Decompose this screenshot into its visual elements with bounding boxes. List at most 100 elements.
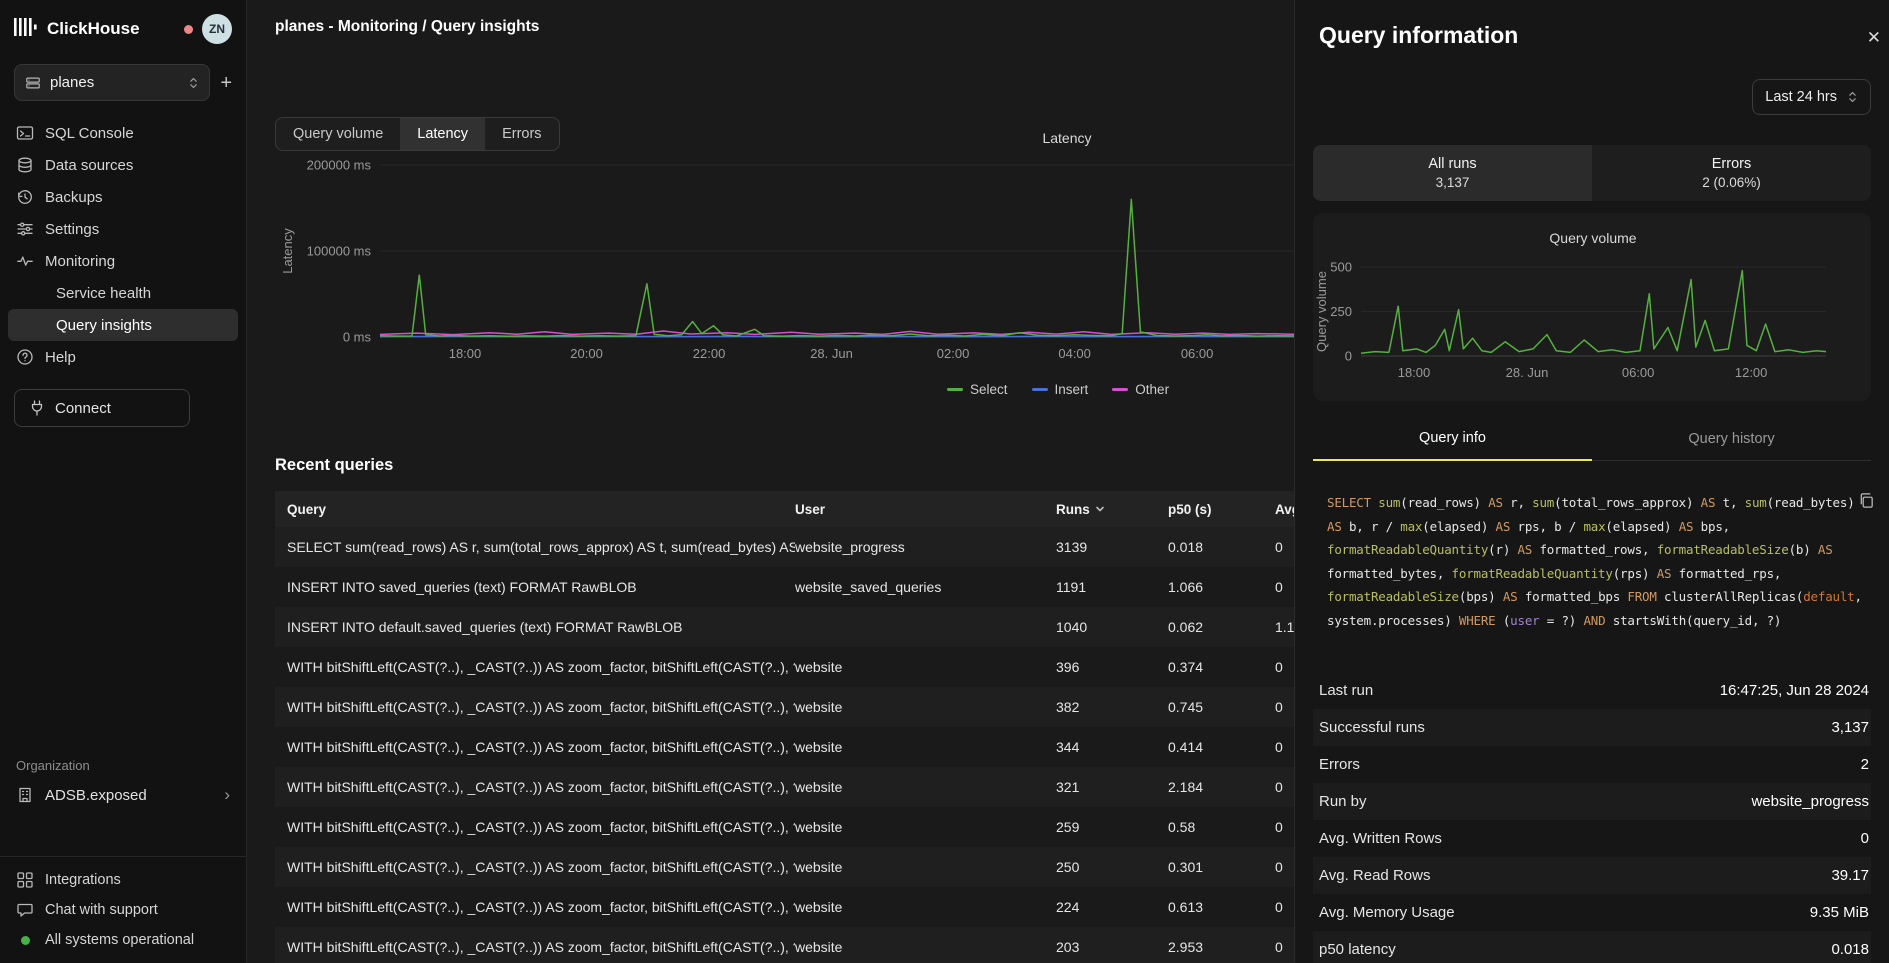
sidebar-item-data-sources[interactable]: Data sources <box>0 149 246 181</box>
column-header-runs[interactable]: Runs <box>1056 502 1168 517</box>
cell-runs: 259 <box>1056 819 1168 835</box>
tab-latency[interactable]: Latency <box>400 118 485 150</box>
svg-text:06:00: 06:00 <box>1622 365 1655 380</box>
time-range-select[interactable]: Last 24 hrs <box>1752 79 1871 115</box>
sidebar-item-all-systems-operational[interactable]: All systems operational <box>0 925 246 955</box>
legend-label: Other <box>1135 382 1169 397</box>
table-row[interactable]: WITH bitShiftLeft(CAST(?..), _CAST(?..))… <box>275 847 1294 887</box>
cell-avg: 0 <box>1275 939 1294 955</box>
cell-user: website <box>795 859 1056 875</box>
stat-tab-all-runs[interactable]: All runs 3,137 <box>1313 145 1592 201</box>
legend-item-other[interactable]: Other <box>1112 382 1169 397</box>
cell-query: WITH bitShiftLeft(CAST(?..), _CAST(?..))… <box>287 659 795 675</box>
table-row[interactable]: WITH bitShiftLeft(CAST(?..), _CAST(?..))… <box>275 807 1294 847</box>
detail-row-avg-memory-usage: Avg. Memory Usage9.35 MiB <box>1313 894 1871 931</box>
table-row[interactable]: INSERT INTO default.saved_queries (text)… <box>275 607 1294 647</box>
connect-button[interactable]: Connect <box>14 389 190 427</box>
table-row[interactable]: SELECT sum(read_rows) AS r, sum(total_ro… <box>275 527 1294 567</box>
svg-text:28. Jun: 28. Jun <box>1506 365 1549 380</box>
column-header-avg[interactable]: Avg. <box>1275 502 1294 517</box>
detail-value: 9.35 MiB <box>1810 904 1869 921</box>
stat-tab-errors[interactable]: Errors 2 (0.06%) <box>1592 145 1871 201</box>
svg-text:0: 0 <box>1345 349 1352 364</box>
detail-row-last-run: Last run16:47:25, Jun 28 2024 <box>1313 672 1871 709</box>
tab-query-info[interactable]: Query info <box>1313 417 1592 461</box>
main-content: planes - Monitoring / Query insights 0 m… <box>247 0 1294 963</box>
organization-switcher[interactable]: ADSB.exposed › <box>16 785 230 805</box>
svg-text:04:00: 04:00 <box>1058 346 1091 361</box>
sidebar-item-chat-with-support[interactable]: Chat with support <box>0 895 246 925</box>
sql-line: AS b, r / max(elapsed) AS rps, b / max(e… <box>1327 515 1855 539</box>
logo-row: ClickHouse ZN <box>0 0 246 44</box>
sidebar-item-help[interactable]: Help <box>0 341 246 373</box>
legend-item-select[interactable]: Select <box>947 382 1008 397</box>
help-icon <box>16 348 34 366</box>
sidebar-item-label: All systems operational <box>45 932 194 948</box>
recent-queries-title: Recent queries <box>275 456 1294 475</box>
sidebar-item-settings[interactable]: Settings <box>0 213 246 245</box>
panel-title: Query information <box>1313 0 1871 49</box>
svg-text:28. Jun: 28. Jun <box>810 346 853 361</box>
svg-text:100000 ms: 100000 ms <box>307 244 372 259</box>
copy-icon[interactable] <box>1858 492 1875 512</box>
monitor-icon <box>16 252 34 270</box>
sidebar-item-label: Query insights <box>56 317 152 334</box>
sidebar-item-label: Settings <box>45 221 99 238</box>
table-row[interactable]: WITH bitShiftLeft(CAST(?..), _CAST(?..))… <box>275 887 1294 927</box>
detail-label: Run by <box>1319 793 1367 810</box>
legend-item-insert[interactable]: Insert <box>1032 382 1089 397</box>
detail-value: 39.17 <box>1831 867 1869 884</box>
add-service-button[interactable]: + <box>220 73 232 93</box>
sql-line: formatted_bytes, formatReadableQuantity(… <box>1327 562 1855 586</box>
svg-text:Latency: Latency <box>1042 130 1091 146</box>
detail-row-p50-latency: p50 latency0.018 <box>1313 931 1871 963</box>
sidebar: ClickHouse ZN planes + SQL ConsoleData s… <box>0 0 247 963</box>
cell-user: website <box>795 819 1056 835</box>
settings-icon <box>16 220 34 238</box>
service-selector[interactable]: planes <box>14 64 210 101</box>
cell-p50: 1.066 <box>1168 579 1275 595</box>
table-row[interactable]: WITH bitShiftLeft(CAST(?..), _CAST(?..))… <box>275 767 1294 807</box>
sidebar-item-backups[interactable]: Backups <box>0 181 246 213</box>
database-icon <box>16 156 34 174</box>
sidebar-item-label: Monitoring <box>45 253 115 270</box>
tab-errors[interactable]: Errors <box>485 118 558 150</box>
recent-queries-body: SELECT sum(read_rows) AS r, sum(total_ro… <box>275 527 1294 963</box>
panel-tabs: Query info Query history <box>1313 417 1871 461</box>
latency-chart: 0 ms100000 ms200000 ms18:0020:0022:0028.… <box>247 110 1294 410</box>
table-row[interactable]: WITH bitShiftLeft(CAST(?..), _CAST(?..))… <box>275 927 1294 963</box>
query-volume-chart-canvas: 025050018:0028. Jun06:0012:00Query volum… <box>1313 213 1872 401</box>
cell-runs: 203 <box>1056 939 1168 955</box>
table-row[interactable]: WITH bitShiftLeft(CAST(?..), _CAST(?..))… <box>275 647 1294 687</box>
sidebar-item-query-insights[interactable]: Query insights <box>8 309 238 341</box>
column-header-query[interactable]: Query <box>287 502 795 517</box>
sidebar-footer: IntegrationsChat with support All systems… <box>0 856 246 963</box>
cell-avg: 0 <box>1275 779 1294 795</box>
avatar[interactable]: ZN <box>202 14 232 44</box>
cell-avg: 0 <box>1275 579 1294 595</box>
sort-caret-icon <box>1095 504 1105 514</box>
table-row[interactable]: WITH bitShiftLeft(CAST(?..), _CAST(?..))… <box>275 727 1294 767</box>
cell-query: SELECT sum(read_rows) AS r, sum(total_ro… <box>287 539 795 555</box>
sidebar-item-service-health[interactable]: Service health <box>0 277 246 309</box>
building-icon <box>16 786 34 804</box>
cell-user: website_progress <box>795 539 1056 555</box>
column-header-user[interactable]: User <box>795 502 1056 517</box>
close-icon[interactable]: ✕ <box>1867 28 1881 48</box>
cell-p50: 0.018 <box>1168 539 1275 555</box>
detail-row-errors: Errors2 <box>1313 746 1871 783</box>
sql-lines: SELECT sum(read_rows) AS r, sum(total_ro… <box>1327 491 1855 632</box>
tab-query-volume[interactable]: Query volume <box>276 118 400 150</box>
sidebar-item-monitoring[interactable]: Monitoring <box>0 245 246 277</box>
cell-avg: 1.15 <box>1275 619 1294 635</box>
column-header-p50[interactable]: p50 (s) <box>1168 502 1275 517</box>
sidebar-item-sql-console[interactable]: SQL Console <box>0 117 246 149</box>
legend-label: Select <box>970 382 1008 397</box>
cell-user: website <box>795 739 1056 755</box>
tab-query-history[interactable]: Query history <box>1592 417 1871 461</box>
table-row[interactable]: INSERT INTO saved_queries (text) FORMAT … <box>275 567 1294 607</box>
sidebar-item-integrations[interactable]: Integrations <box>0 865 246 895</box>
stat-label: Errors <box>1712 156 1751 172</box>
chevron-updown-icon <box>1847 89 1858 105</box>
table-row[interactable]: WITH bitShiftLeft(CAST(?..), _CAST(?..))… <box>275 687 1294 727</box>
